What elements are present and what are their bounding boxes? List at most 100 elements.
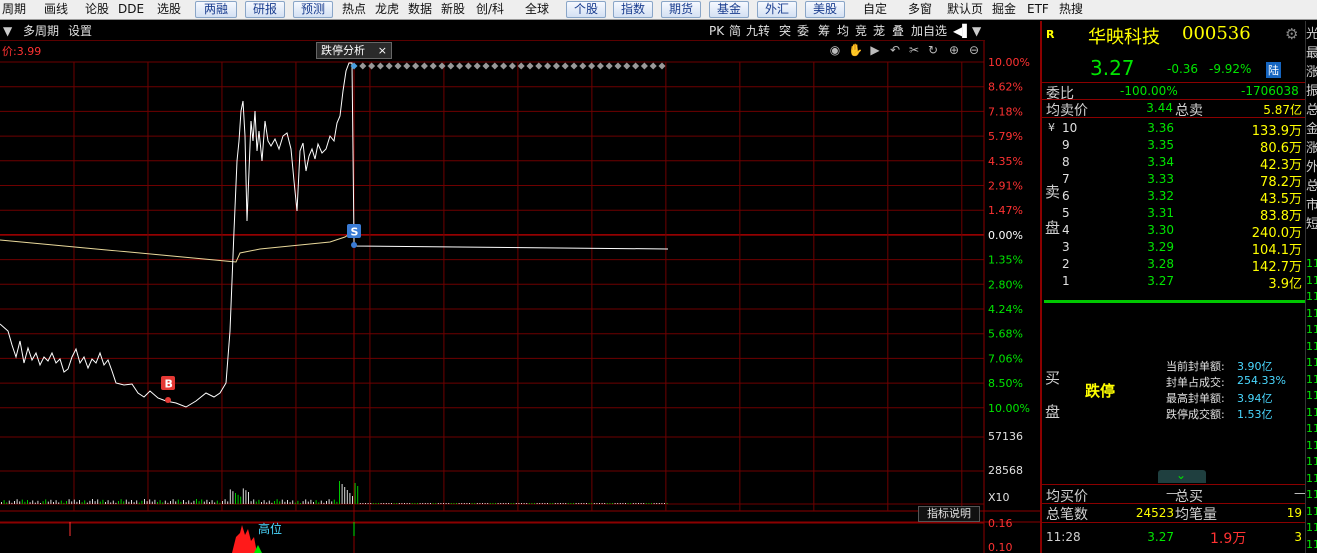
- chart-tool-5[interactable]: 筹: [818, 23, 830, 39]
- close-icon[interactable]: ×: [378, 43, 387, 58]
- sell-level-row[interactable]: 9 3.35 80.6万: [1042, 137, 1305, 156]
- menu-item-23[interactable]: 掘金: [992, 0, 1016, 19]
- menu-item-3[interactable]: DDE: [118, 0, 144, 19]
- strip-number: 11: [1306, 455, 1317, 468]
- chart-tool-4[interactable]: 委: [797, 23, 809, 39]
- collapse-icon[interactable]: ◀▌: [953, 23, 971, 39]
- volume-bar: [380, 503, 382, 504]
- price-axis-label: 1.47%: [988, 204, 1023, 217]
- scissors-icon[interactable]: ✂: [907, 43, 921, 57]
- multi-period-button[interactable]: 多周期: [23, 23, 59, 39]
- menu-item-6[interactable]: 研报: [245, 1, 285, 18]
- strip-number: 11: [1306, 372, 1317, 386]
- volume-bar: [63, 502, 65, 504]
- menu-item-8[interactable]: 热点: [342, 0, 366, 19]
- indicator-help-button[interactable]: 指标说明: [918, 506, 980, 522]
- volume-bar: [357, 486, 359, 504]
- intraday-chart[interactable]: B S 10.00% 8.62% 7.18% 5.79% 4.35% 2.91% 1.47% 0…: [0, 41, 1040, 553]
- chart-tool-1[interactable]: 简: [729, 23, 741, 39]
- settings-button[interactable]: 设置: [68, 23, 92, 39]
- menu-item-15[interactable]: 指数: [613, 1, 653, 18]
- strip-char: 短: [1306, 213, 1317, 232]
- refresh-icon[interactable]: ↻: [926, 43, 940, 57]
- sell-level-row[interactable]: 5 3.31 83.8万: [1042, 205, 1305, 224]
- chart-tool-9[interactable]: 叠: [892, 23, 904, 39]
- zoom-in-icon[interactable]: ⊕: [947, 43, 961, 57]
- menu-item-7[interactable]: 预测: [293, 1, 333, 18]
- sell-level-row[interactable]: 7 3.33 78.2万: [1042, 171, 1305, 190]
- chevron-down-icon[interactable]: ⌄: [1176, 468, 1186, 482]
- menu-item-5[interactable]: 两融: [195, 1, 237, 18]
- volume-bar: [1, 502, 2, 504]
- limit-down-analysis-tab[interactable]: 跌停分析 ×: [316, 42, 392, 59]
- menu-item-22[interactable]: 默认页: [947, 0, 983, 19]
- exchange-tag: 陆: [1266, 62, 1281, 78]
- menu-item-0[interactable]: 周期: [2, 0, 26, 19]
- chart-tool-6[interactable]: 均: [837, 23, 849, 39]
- sell-level-row[interactable]: 2 3.28 142.7万: [1042, 256, 1305, 275]
- sell-level-row[interactable]: 8 3.34 42.3万: [1042, 154, 1305, 173]
- volume-bar: [341, 484, 343, 504]
- volume-bar: [619, 503, 621, 504]
- hand-icon[interactable]: ✋: [848, 43, 863, 57]
- menu-item-13[interactable]: 全球: [525, 0, 549, 19]
- menu-item-20[interactable]: 自定: [863, 0, 887, 19]
- menu-item-16[interactable]: 期货: [661, 1, 701, 18]
- sell-level-row[interactable]: 1 3.27 3.9亿: [1042, 273, 1305, 292]
- gear-icon[interactable]: ⚙: [1285, 25, 1298, 43]
- volume-bar: [484, 503, 486, 504]
- strip-char: 涨: [1306, 137, 1317, 156]
- zoom-out-icon[interactable]: ⊖: [967, 43, 981, 57]
- menu-item-18[interactable]: 外汇: [757, 1, 797, 18]
- sell-level-row[interactable]: 6 3.32 43.5万: [1042, 188, 1305, 207]
- volume-unit-label: X10: [988, 491, 1010, 504]
- volume-bar: [333, 499, 335, 504]
- menu-item-2[interactable]: 论股: [85, 0, 109, 19]
- sell-level-price: 3.30: [1147, 223, 1174, 237]
- menu-item-4[interactable]: 选股: [157, 0, 181, 19]
- menu-item-24[interactable]: ETF: [1027, 0, 1049, 19]
- menu-item-17[interactable]: 基金: [709, 1, 749, 18]
- volume-axis-label: 57136: [988, 430, 1023, 443]
- chart-tool-3[interactable]: 突: [779, 23, 791, 39]
- volume-bar: [40, 503, 41, 504]
- volume-bar: [60, 500, 62, 504]
- chart-tool-10[interactable]: 加自选: [911, 23, 947, 39]
- menu-item-1[interactable]: 画线: [44, 0, 68, 19]
- volume-bar: [151, 501, 153, 504]
- dropdown-arrow-icon[interactable]: ▼: [3, 23, 12, 39]
- quote-panel: R 华映科技 000536 ⚙ 3.27 -0.36 -9.92% 陆 委比 -…: [1040, 21, 1306, 553]
- price-axis-label: 8.62%: [988, 81, 1023, 94]
- play-icon[interactable]: ▶: [868, 43, 882, 57]
- volume-bar: [271, 502, 273, 504]
- menu-item-25[interactable]: 热搜: [1059, 0, 1083, 19]
- menu-item-10[interactable]: 数据: [408, 0, 432, 19]
- volume-bar: [302, 501, 304, 504]
- sell-level-row[interactable]: 4 3.30 240.0万: [1042, 222, 1305, 241]
- volume-bar: [138, 502, 140, 504]
- chart-tool-8[interactable]: 茏: [873, 23, 885, 39]
- volume-bar: [643, 503, 645, 504]
- menu-item-9[interactable]: 龙虎: [375, 0, 399, 19]
- chart-tool-7[interactable]: 竞: [855, 23, 867, 39]
- menu-item-14[interactable]: 个股: [566, 1, 606, 18]
- volume-bar: [289, 502, 291, 504]
- undo-icon[interactable]: ↶: [888, 43, 902, 57]
- price-cursor-label: 价:3.99: [2, 45, 41, 58]
- volume-bar: [183, 500, 184, 504]
- menu-item-12[interactable]: 创/科: [476, 0, 504, 19]
- limit-down-label: 跌停: [1085, 382, 1116, 400]
- menu-item-19[interactable]: 美股: [805, 1, 845, 18]
- volume-bar: [248, 492, 249, 504]
- sell-level-row[interactable]: 3 3.29 104.1万: [1042, 239, 1305, 258]
- sell-level-row[interactable]: 10 3.36 133.9万: [1042, 120, 1305, 139]
- menu-arrow-icon[interactable]: ▼: [972, 23, 981, 39]
- menu-item-11[interactable]: 新股: [441, 0, 465, 19]
- menu-item-21[interactable]: 多窗: [908, 0, 932, 19]
- chart-tool-0[interactable]: PK: [709, 23, 724, 39]
- strip-char: 最: [1306, 42, 1317, 61]
- eye-icon[interactable]: ◉: [828, 43, 842, 57]
- volume-bar: [612, 503, 613, 504]
- volume-bar: [27, 500, 28, 504]
- chart-tool-2[interactable]: 九转: [746, 23, 770, 39]
